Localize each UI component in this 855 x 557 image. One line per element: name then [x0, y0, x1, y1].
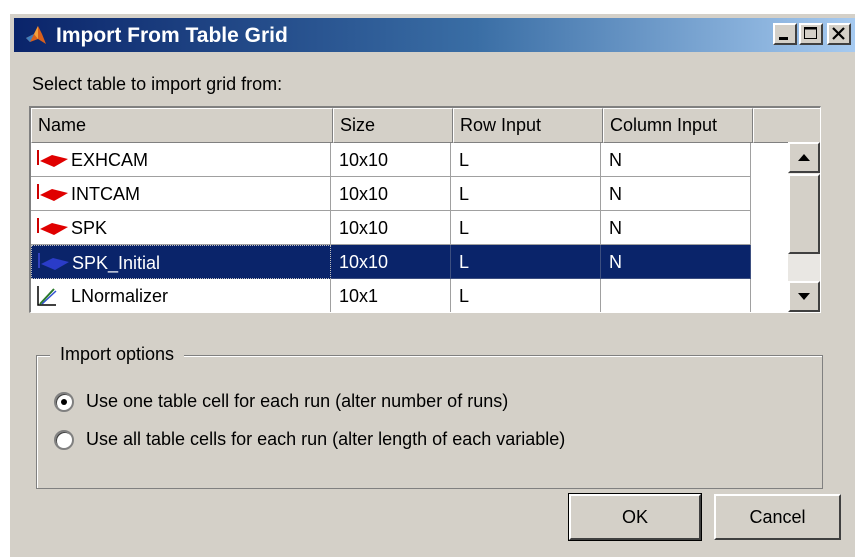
- table-row[interactable]: LNormalizer 10x1 L: [31, 279, 751, 312]
- table-name: INTCAM: [71, 184, 140, 204]
- window-title: Import From Table Grid: [56, 24, 288, 47]
- table-row[interactable]: SPK 10x10 L N: [31, 211, 751, 245]
- table-cell-name[interactable]: EXHCAM: [31, 143, 331, 177]
- close-button[interactable]: [827, 23, 851, 45]
- column-header-name[interactable]: Name: [31, 108, 333, 143]
- table-cell-size[interactable]: 10x10: [331, 143, 451, 177]
- title-bar[interactable]: Import From Table Grid: [14, 18, 855, 52]
- table-name: LNormalizer: [71, 286, 169, 306]
- scroll-down-arrow-icon: [798, 293, 810, 300]
- table-icon: [37, 150, 68, 167]
- table-cell-column-input[interactable]: N: [601, 211, 751, 245]
- table-cell-size[interactable]: 10x1: [331, 279, 451, 312]
- ok-button[interactable]: OK: [568, 493, 702, 541]
- column-header-filler: [753, 108, 820, 143]
- table-icon: [37, 218, 68, 235]
- minimize-icon: [779, 37, 788, 40]
- table-name: EXHCAM: [71, 150, 149, 170]
- radio-label[interactable]: Use one table cell for each run (alter n…: [86, 391, 508, 412]
- radio-label[interactable]: Use all table cells for each run (alter …: [86, 429, 565, 450]
- minimize-button[interactable]: [773, 23, 797, 45]
- radio-button[interactable]: [54, 392, 74, 412]
- maximize-icon: [804, 27, 817, 39]
- table-cell-size[interactable]: 10x10: [331, 245, 451, 279]
- import-dialog: Import From Table Grid Select table to i…: [9, 13, 855, 557]
- table-cell-column-input[interactable]: N: [601, 245, 751, 279]
- tables-grid[interactable]: Name Size Row Input Column Input EXHCAM …: [29, 106, 821, 313]
- table-icon: [37, 184, 68, 201]
- normalizer-icon: [37, 286, 57, 306]
- table-cell-name[interactable]: INTCAM: [31, 177, 331, 211]
- table-cell-size[interactable]: 10x10: [331, 177, 451, 211]
- column-header-column-input[interactable]: Column Input: [603, 108, 753, 143]
- table-name: SPK_Initial: [72, 253, 161, 273]
- table-cell-size[interactable]: 10x10: [331, 211, 451, 245]
- table-cell-row-input[interactable]: L: [451, 245, 601, 279]
- scroll-thumb[interactable]: [788, 174, 820, 254]
- import-options-group: [36, 355, 823, 489]
- scroll-up-arrow-icon: [798, 154, 810, 161]
- radio-checked-dot: [61, 399, 67, 405]
- radio-button[interactable]: [54, 430, 74, 450]
- table-cell-name[interactable]: SPK_Initial: [31, 245, 331, 279]
- table-cell-name[interactable]: LNormalizer: [31, 279, 331, 312]
- table-cell-column-input[interactable]: N: [601, 143, 751, 177]
- column-header-size[interactable]: Size: [333, 108, 453, 143]
- table-row[interactable]: INTCAM 10x10 L N: [31, 177, 751, 211]
- table-row-selected[interactable]: SPK_Initial 10x10 L N: [31, 245, 751, 279]
- vertical-scrollbar[interactable]: [788, 142, 820, 312]
- scroll-down-button[interactable]: [788, 281, 820, 312]
- table-cell-row-input[interactable]: L: [451, 211, 601, 245]
- table-cell-row-input[interactable]: L: [451, 143, 601, 177]
- import-options-legend: Import options: [50, 344, 185, 365]
- table-row[interactable]: EXHCAM 10x10 L N: [31, 143, 751, 177]
- table-icon: [38, 253, 69, 270]
- column-header-row-input[interactable]: Row Input: [453, 108, 603, 143]
- table-name: SPK: [71, 218, 108, 238]
- maximize-button[interactable]: [799, 23, 823, 45]
- scroll-up-button[interactable]: [788, 142, 820, 173]
- table-cell-column-input[interactable]: N: [601, 177, 751, 211]
- table-cell-column-input[interactable]: [601, 279, 751, 312]
- matlab-logo-icon: [26, 26, 46, 44]
- table-cell-name[interactable]: SPK: [31, 211, 331, 245]
- table-cell-row-input[interactable]: L: [451, 177, 601, 211]
- close-icon: [832, 27, 845, 40]
- select-table-prompt: Select table to import grid from:: [32, 74, 283, 94]
- cancel-button[interactable]: Cancel: [714, 494, 841, 540]
- table-cell-row-input[interactable]: L: [451, 279, 601, 312]
